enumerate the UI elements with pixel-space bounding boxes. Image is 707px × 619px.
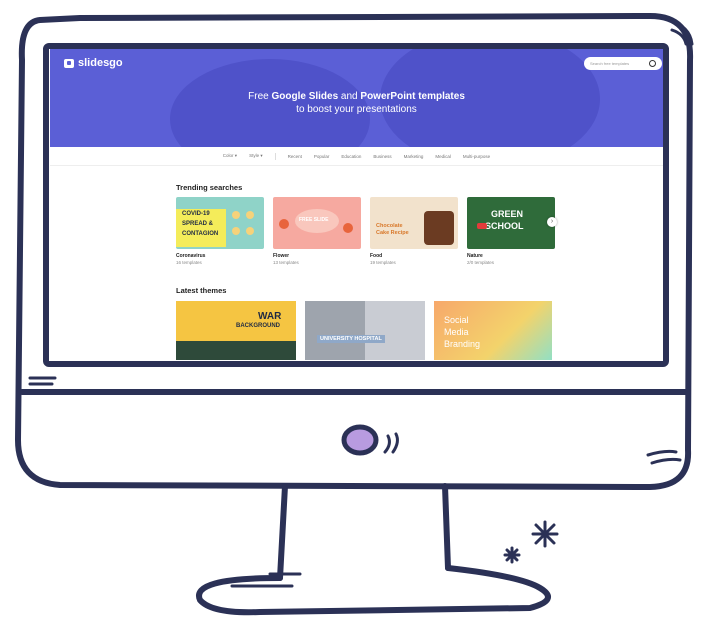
nav-item-recent[interactable]: Recent: [288, 154, 302, 159]
character-icon: [232, 227, 240, 235]
trending-card-food[interactable]: Chocolate Cake Recipe Food 19 templates: [370, 197, 458, 265]
cake-icon: [424, 211, 454, 245]
bus-icon: [477, 223, 487, 229]
hero-title: Free Google Slides and PowerPoint templa…: [50, 91, 663, 102]
flower-icon: [279, 219, 289, 229]
character-icon: [232, 211, 240, 219]
theme-text: Branding: [444, 339, 481, 349]
card-name[interactable]: Nature: [467, 253, 555, 259]
logo[interactable]: slidesgo: [64, 57, 123, 69]
search-placeholder: Search free templates: [590, 61, 630, 66]
card-thumbnail[interactable]: Chocolate Cake Recipe: [370, 197, 458, 249]
nav-item-business[interactable]: Business: [373, 154, 391, 159]
trending-card-coronavirus[interactable]: COVID-19 SPREAD & CONTAGION Coronavirus …: [176, 197, 264, 265]
nav-item-education[interactable]: Education: [341, 154, 361, 159]
card-name[interactable]: Coronavirus: [176, 253, 264, 259]
building-shape: [305, 301, 365, 360]
next-arrow-button[interactable]: ›: [547, 217, 557, 227]
card-count: 13 templates: [273, 260, 299, 265]
card-count: 2/0 templates: [467, 260, 495, 265]
thumb-text: Cake Recipe: [376, 230, 409, 236]
category-nav: Color ▾ Style ▾ Recent Popular Education…: [50, 147, 663, 166]
card-thumbnail[interactable]: GREEN SCHOOL: [467, 197, 555, 249]
theme-text: UNIVERSITY HOSPITAL: [317, 335, 385, 343]
flower-icon: [343, 223, 353, 233]
hero-shape: [170, 59, 370, 147]
thumb-text: Chocolate: [376, 223, 403, 229]
card-count: 16 templates: [176, 260, 202, 265]
theme-card-social-media-branding[interactable]: Social Media Branding: [434, 301, 552, 360]
hero-subtitle: to boost your presentations: [296, 104, 417, 115]
card-name[interactable]: Food: [370, 253, 458, 259]
thumb-text: FREE SLIDE: [299, 217, 329, 223]
trending-title: Trending searches: [176, 183, 243, 192]
theme-text: Media: [444, 327, 469, 337]
theme-text: WAR: [258, 311, 282, 322]
thumb-text: SCHOOL: [485, 221, 524, 231]
character-icon: [246, 211, 254, 219]
nav-item-marketing[interactable]: Marketing: [404, 154, 424, 159]
thumb-text: GREEN: [491, 209, 524, 219]
hero-text-bold: PowerPoint templates: [360, 91, 465, 102]
thumb-text: CONTAGION: [182, 231, 219, 237]
thumb-text: COVID-19: [182, 211, 210, 217]
nav-item-medical[interactable]: Medical: [435, 154, 451, 159]
theme-text: BACKGROUND: [236, 323, 280, 329]
chevron-right-icon: ›: [550, 218, 554, 225]
card-count: 19 templates: [370, 260, 396, 265]
search-input[interactable]: Search free templates: [584, 57, 662, 70]
nav-item-style[interactable]: Style ▾: [249, 153, 263, 159]
nav-item-color[interactable]: Color ▾: [223, 153, 237, 159]
logo-text: slidesgo: [78, 57, 123, 69]
mountain-shape: [176, 341, 296, 360]
search-icon[interactable]: [649, 60, 656, 67]
character-icon: [246, 227, 254, 235]
hero-text: and: [338, 91, 361, 102]
thumb-text: SPREAD &: [182, 221, 214, 227]
latest-themes-title: Latest themes: [176, 286, 227, 295]
card-thumbnail[interactable]: FREE SLIDE: [273, 197, 361, 249]
theme-card-university-hospital[interactable]: UNIVERSITY HOSPITAL: [305, 301, 425, 360]
theme-card-war-background[interactable]: WAR BACKGROUND: [176, 301, 296, 360]
hero-text: Free: [248, 91, 272, 102]
trending-card-nature[interactable]: GREEN SCHOOL Nature 2/0 templates: [467, 197, 555, 265]
hero-text-bold: Google Slides: [271, 91, 339, 102]
card-thumbnail[interactable]: COVID-19 SPREAD & CONTAGION: [176, 197, 264, 249]
nav-item-multipurpose[interactable]: Multi-purpose: [463, 154, 490, 159]
card-name[interactable]: Flower: [273, 253, 361, 259]
website-screen: slidesgo Search free templates Free Goog…: [50, 49, 663, 360]
slides-logo-icon: [64, 58, 74, 68]
nav-item-popular[interactable]: Popular: [314, 154, 330, 159]
nav-divider: [274, 152, 276, 160]
hero-banner: slidesgo Search free templates Free Goog…: [50, 49, 663, 147]
theme-text: Social: [444, 315, 469, 325]
trending-card-flower[interactable]: FREE SLIDE Flower 13 templates: [273, 197, 361, 265]
